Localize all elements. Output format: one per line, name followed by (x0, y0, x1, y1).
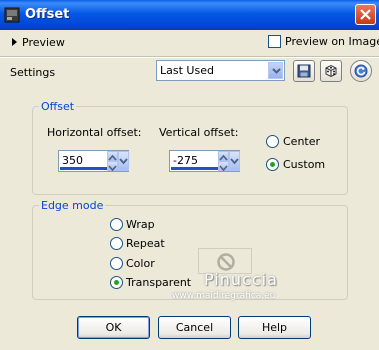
watermark-name: Pinuccia (204, 270, 278, 289)
watermark-url: www.maidiregrafica.eu (172, 291, 276, 301)
value-slider-bar[interactable] (60, 167, 107, 170)
radio-repeat[interactable] (110, 237, 123, 250)
chevron-down-icon (219, 165, 228, 172)
vertical-offset-label: Vertical offset: (159, 126, 239, 139)
radio-custom-label: Custom (283, 158, 326, 171)
divider (0, 56, 379, 58)
save-preset-button[interactable] (293, 60, 315, 82)
expand-arrow-icon (12, 38, 17, 46)
radio-color[interactable] (110, 257, 123, 270)
chevron-down-icon (119, 158, 128, 165)
radio-transparent-label: Transparent (126, 276, 192, 289)
offset-dialog: Offset Preview Preview on Image Settings… (0, 0, 379, 350)
radio-transparent[interactable] (110, 276, 123, 289)
app-icon (4, 7, 20, 23)
ok-button[interactable]: OK (77, 316, 150, 339)
spin-down-button[interactable] (218, 161, 229, 172)
spin-buttons[interactable] (218, 151, 229, 172)
edge-mode-group-title: Edge mode (39, 199, 106, 212)
randomize-button[interactable] (320, 60, 342, 82)
preview-on-image-checkbox[interactable] (268, 35, 281, 48)
preview-on-image-label: Preview on Image (285, 35, 379, 48)
offset-group-title: Offset (39, 100, 77, 113)
spin-down-button[interactable] (107, 161, 118, 172)
no-symbol-icon (217, 253, 235, 271)
cancel-button[interactable]: Cancel (158, 316, 231, 339)
spin-dropdown-button[interactable] (118, 151, 129, 171)
settings-dropdown[interactable]: Last Used (156, 60, 285, 81)
reset-arrow-icon (354, 64, 368, 78)
reset-defaults-button[interactable] (350, 60, 372, 82)
horizontal-offset-stepper[interactable]: 350 (58, 150, 129, 172)
dropdown-arrow-button[interactable] (268, 62, 283, 79)
chevron-down-icon (108, 165, 117, 172)
chevron-down-icon (230, 158, 239, 165)
radio-wrap[interactable] (110, 218, 123, 231)
help-button[interactable]: Help (238, 316, 311, 339)
dice-icon (325, 64, 337, 78)
window-title: Offset (25, 7, 70, 22)
radio-repeat-label: Repeat (126, 237, 165, 250)
radio-center-label: Center (283, 135, 321, 148)
title-bar[interactable]: Offset (0, 0, 379, 30)
spin-buttons[interactable] (107, 151, 118, 172)
chevron-down-icon (272, 68, 281, 74)
vertical-offset-value[interactable]: -275 (173, 154, 198, 167)
radio-color-label: Color (126, 257, 155, 270)
spin-up-button[interactable] (107, 151, 118, 161)
floppy-disk-icon (297, 64, 311, 78)
horizontal-offset-value[interactable]: 350 (62, 154, 83, 167)
radio-center[interactable] (266, 135, 279, 148)
spin-up-button[interactable] (218, 151, 229, 161)
preview-label: Preview (22, 36, 65, 49)
horizontal-offset-label: Horizontal offset: (47, 126, 142, 139)
settings-label: Settings (10, 66, 56, 79)
settings-selected-value: Last Used (160, 64, 214, 77)
spin-dropdown-button[interactable] (229, 151, 240, 171)
vertical-offset-stepper[interactable]: -275 (169, 150, 240, 172)
close-icon (360, 9, 371, 20)
value-slider-bar[interactable] (171, 167, 218, 170)
radio-wrap-label: Wrap (126, 218, 155, 231)
close-button[interactable] (355, 4, 376, 25)
radio-custom[interactable] (266, 158, 279, 171)
